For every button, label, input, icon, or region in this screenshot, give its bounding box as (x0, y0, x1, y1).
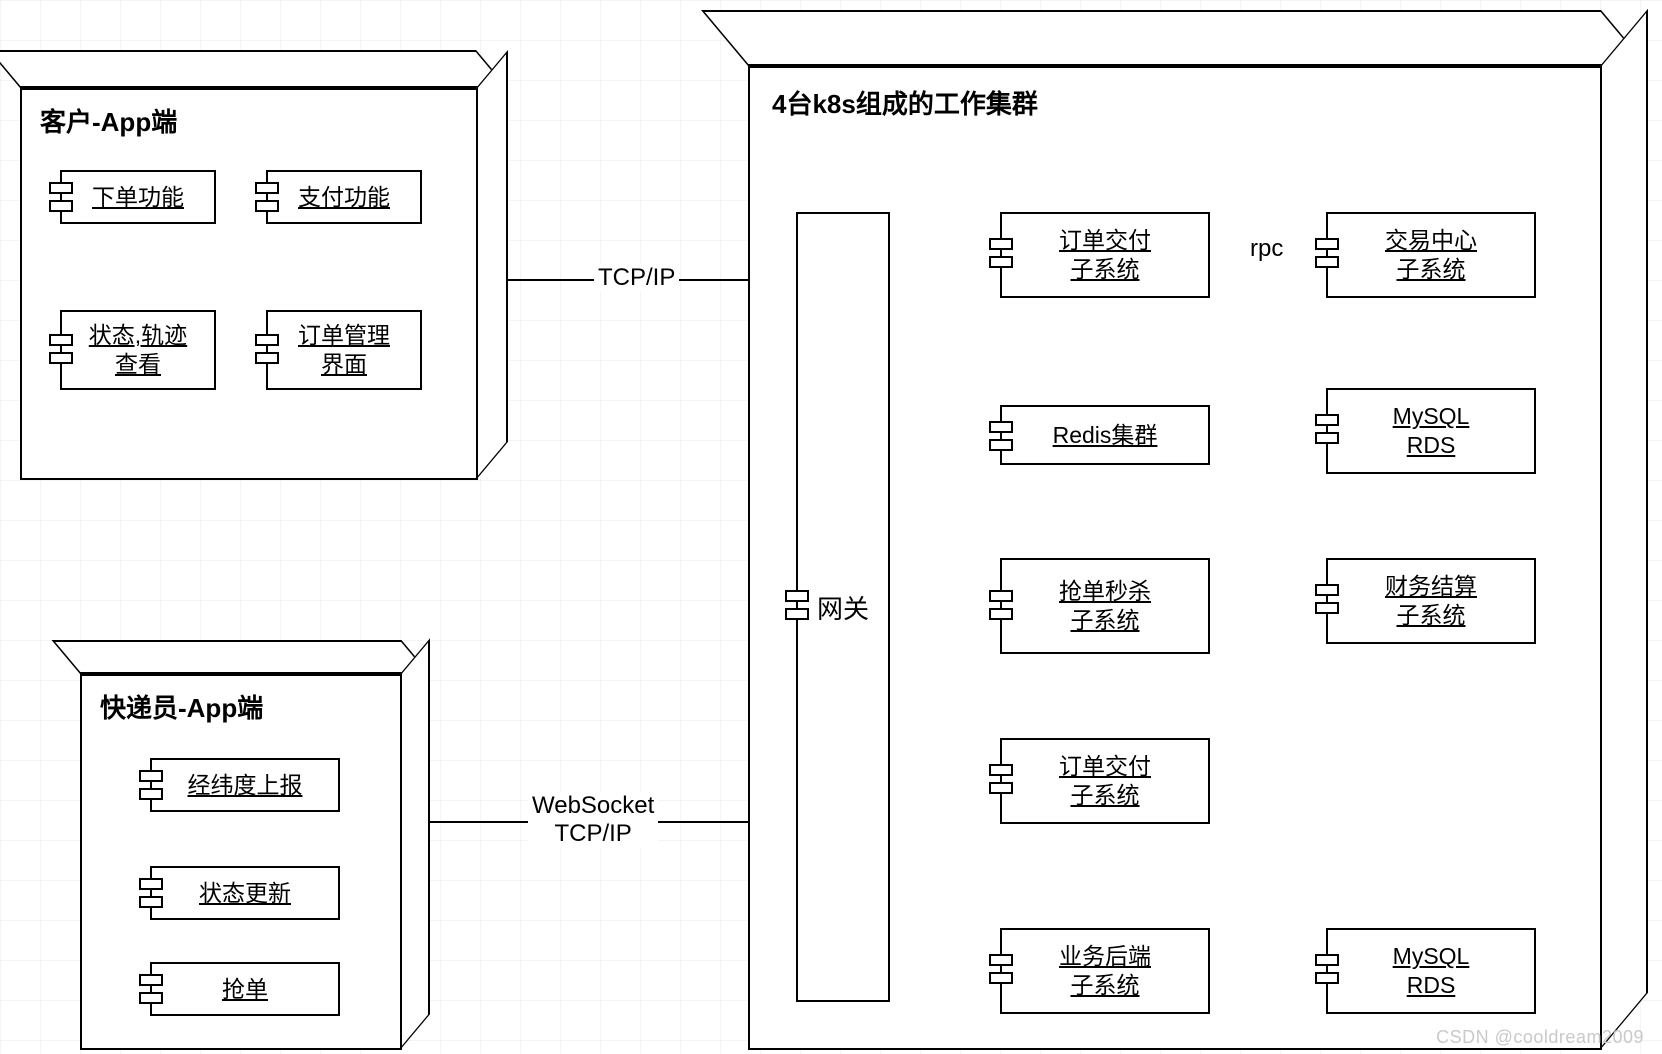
component-redis-label: Redis集群 (1053, 421, 1158, 450)
component-geo-report-label: 经纬度上报 (188, 771, 303, 800)
component-grab-label: 抢单 (222, 975, 268, 1004)
component-order-mgmt: 订单管理 界面 (266, 310, 422, 390)
component-geo-report: 经纬度上报 (150, 758, 340, 812)
component-bizback-label: 业务后端 子系统 (1059, 942, 1151, 1000)
component-status-track-label: 状态,轨迹 查看 (89, 321, 187, 379)
component-gateway: 网关 (796, 212, 890, 1002)
component-mysql-1: MySQL RDS (1326, 388, 1536, 474)
component-order: 下单功能 (60, 170, 216, 224)
container-customer-title: 客户-App端 (40, 102, 177, 139)
component-bizback: 业务后端 子系统 (1000, 928, 1210, 1014)
component-order-label: 下单功能 (92, 183, 184, 212)
container-cluster-title: 4台k8s组成的工作集群 (772, 84, 1038, 121)
component-mysql-2-label: MySQL RDS (1393, 942, 1470, 1000)
component-pay: 支付功能 (266, 170, 422, 224)
component-deliver-1-label: 订单交付 子系统 (1059, 226, 1151, 284)
component-grab: 抢单 (150, 962, 340, 1016)
component-mysql-2: MySQL RDS (1326, 928, 1536, 1014)
component-trade: 交易中心 子系统 (1326, 212, 1536, 298)
component-deliver-1: 订单交付 子系统 (1000, 212, 1210, 298)
component-fin-label: 财务结算 子系统 (1385, 572, 1477, 630)
edge-label-websocket: WebSocket TCP/IP (528, 792, 658, 848)
component-fin: 财务结算 子系统 (1326, 558, 1536, 644)
component-order-mgmt-label: 订单管理 界面 (298, 321, 390, 379)
component-trade-label: 交易中心 子系统 (1385, 226, 1477, 284)
component-status-update: 状态更新 (150, 866, 340, 920)
component-seckill-label: 抢单秒杀 子系统 (1059, 577, 1151, 635)
component-deliver-2: 订单交付 子系统 (1000, 738, 1210, 824)
component-seckill: 抢单秒杀 子系统 (1000, 558, 1210, 654)
component-redis: Redis集群 (1000, 405, 1210, 465)
container-courier-title: 快递员-App端 (100, 688, 263, 725)
component-pay-label: 支付功能 (298, 183, 390, 212)
component-mysql-1-label: MySQL RDS (1393, 402, 1470, 460)
component-gateway-label: 网关 (817, 589, 869, 626)
container-customer: 客户-App端 (20, 50, 508, 480)
component-deliver-2-label: 订单交付 子系统 (1059, 752, 1151, 810)
edge-label-rpc: rpc (1246, 235, 1287, 263)
component-status-track: 状态,轨迹 查看 (60, 310, 216, 390)
component-status-update-label: 状态更新 (199, 879, 291, 908)
edge-label-tcp: TCP/IP (594, 264, 679, 292)
watermark: CSDN @cooldream2009 (1436, 1027, 1644, 1048)
